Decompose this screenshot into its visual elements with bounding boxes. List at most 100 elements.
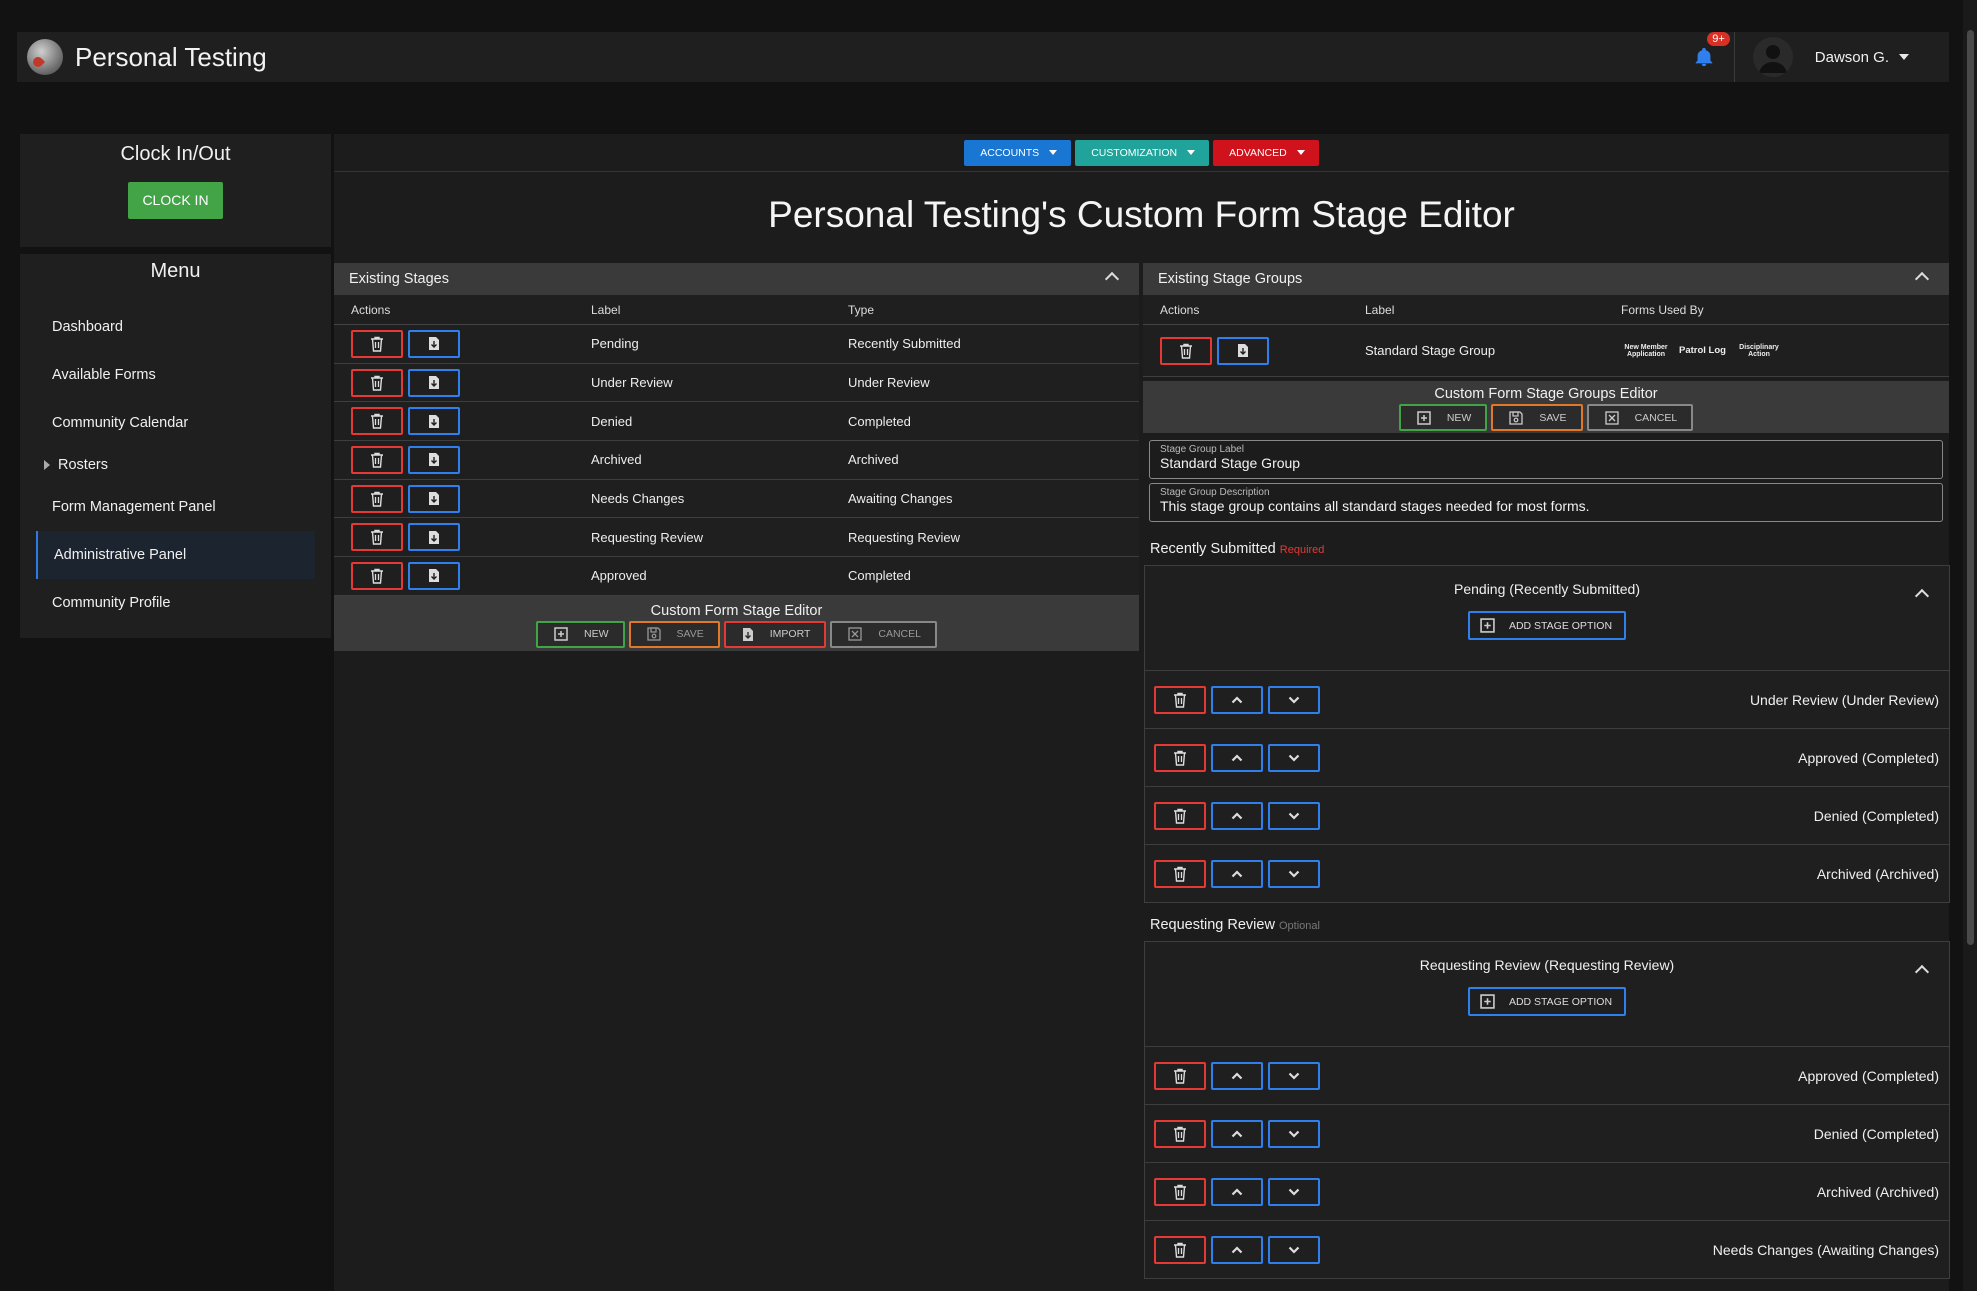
menu-card: Menu Dashboard Available Forms Community… <box>20 254 331 638</box>
save-group-button[interactable]: SAVE <box>1491 404 1583 431</box>
collapse-chevron-icon[interactable] <box>1914 271 1930 287</box>
export-group-button[interactable] <box>1217 336 1269 365</box>
move-up-button[interactable] <box>1211 1119 1263 1148</box>
menu-item-administrative-panel[interactable]: Administrative Panel <box>36 531 315 579</box>
move-down-button[interactable] <box>1268 743 1320 772</box>
trash-icon <box>1174 1126 1186 1142</box>
move-down-button[interactable] <box>1268 1235 1320 1264</box>
move-up-button[interactable] <box>1211 743 1263 772</box>
groups-editor-title: Custom Form Stage Groups Editor <box>1434 386 1658 402</box>
export-stage-button[interactable] <box>408 368 460 397</box>
scrollbar-thumb[interactable] <box>1967 30 1974 945</box>
move-up-button[interactable] <box>1211 801 1263 830</box>
collapse-chevron-icon[interactable] <box>1104 271 1120 287</box>
export-stage-button[interactable] <box>408 407 460 436</box>
delete-option-button[interactable] <box>1154 859 1206 888</box>
app-title[interactable]: Personal Testing <box>75 42 267 73</box>
tab-customization[interactable]: CUSTOMIZATION <box>1075 139 1210 166</box>
stage-option-row: Archived (Archived) <box>1145 1162 1949 1220</box>
move-down-button[interactable] <box>1268 801 1320 830</box>
chevron-up-icon <box>1231 869 1243 877</box>
stage-label: Archived <box>591 452 642 468</box>
menu-item-community-calendar[interactable]: Community Calendar <box>20 399 331 447</box>
delete-option-button[interactable] <box>1154 1061 1206 1090</box>
move-up-button[interactable] <box>1211 859 1263 888</box>
move-up-button[interactable] <box>1211 1061 1263 1090</box>
delete-stage-button[interactable] <box>351 561 403 590</box>
export-stage-button[interactable] <box>408 329 460 358</box>
chevron-down-icon <box>1288 754 1300 762</box>
form-tag[interactable]: Disciplinary Action <box>1734 344 1784 358</box>
export-stage-button[interactable] <box>408 484 460 513</box>
field-value[interactable]: Standard Stage Group <box>1160 455 1932 471</box>
export-stage-button[interactable] <box>408 523 460 552</box>
menu-item-rosters[interactable]: Rosters <box>20 447 331 483</box>
delete-stage-button[interactable] <box>351 484 403 513</box>
clock-in-button[interactable]: CLOCK IN <box>128 182 223 219</box>
delete-stage-button[interactable] <box>351 523 403 552</box>
delete-option-button[interactable] <box>1154 743 1206 772</box>
stage-group-label-field[interactable]: Stage Group Label Standard Stage Group <box>1149 440 1943 479</box>
table-row: Needs Changes Awaiting Changes <box>334 479 1139 519</box>
chevron-down-icon <box>1288 812 1300 820</box>
stage-label: Under Review <box>591 375 673 391</box>
delete-option-button[interactable] <box>1154 801 1206 830</box>
field-value[interactable]: This stage group contains all standard s… <box>1160 498 1932 514</box>
delete-group-button[interactable] <box>1160 336 1212 365</box>
close-square-icon <box>1604 410 1619 425</box>
delete-stage-button[interactable] <box>351 368 403 397</box>
menu-item-available-forms[interactable]: Available Forms <box>20 351 331 399</box>
stage-option-row: Denied (Completed) <box>1145 1104 1949 1162</box>
delete-stage-button[interactable] <box>351 407 403 436</box>
app-logo[interactable] <box>27 39 63 75</box>
move-down-button[interactable] <box>1268 1061 1320 1090</box>
menu-item-community-profile[interactable]: Community Profile <box>20 579 331 627</box>
form-tag[interactable]: New Member Application <box>1621 344 1671 358</box>
delete-option-button[interactable] <box>1154 685 1206 714</box>
tab-advanced[interactable]: ADVANCED <box>1213 139 1319 166</box>
export-stage-button[interactable] <box>408 445 460 474</box>
page-scrollbar[interactable] <box>1963 0 1977 1291</box>
file-import-icon <box>742 627 753 641</box>
menu-item-form-management-panel[interactable]: Form Management Panel <box>20 483 331 531</box>
form-tag[interactable]: Patrol Log <box>1679 345 1726 355</box>
stage-groups-header[interactable]: Existing Stage Groups <box>1143 263 1949 295</box>
delete-stage-button[interactable] <box>351 445 403 474</box>
row-actions <box>334 561 591 590</box>
delete-option-button[interactable] <box>1154 1235 1206 1264</box>
add-stage-option-button[interactable]: ADD STAGE OPTION <box>1467 611 1627 640</box>
new-group-button[interactable]: NEW <box>1398 404 1488 431</box>
move-down-button[interactable] <box>1268 685 1320 714</box>
tab-label: ACCOUNTS <box>980 146 1040 159</box>
delete-stage-button[interactable] <box>351 329 403 358</box>
cancel-group-button[interactable]: CANCEL <box>1586 404 1694 431</box>
stage-group-description-field[interactable]: Stage Group Description This stage group… <box>1149 483 1943 522</box>
move-down-button[interactable] <box>1268 1177 1320 1206</box>
delete-option-button[interactable] <box>1154 1177 1206 1206</box>
chevron-up-icon <box>1231 1187 1243 1195</box>
move-up-button[interactable] <box>1211 1235 1263 1264</box>
move-up-button[interactable] <box>1211 1177 1263 1206</box>
notification-bell[interactable]: 9+ <box>1684 32 1730 82</box>
delete-option-button[interactable] <box>1154 1119 1206 1148</box>
trash-icon <box>1174 808 1186 824</box>
import-stage-button[interactable]: IMPORT <box>723 620 827 648</box>
stage-option-name: Needs Changes (Awaiting Changes) <box>1712 1241 1939 1258</box>
user-menu-caret-icon[interactable] <box>1899 54 1909 60</box>
table-row: Requesting Review Requesting Review <box>334 518 1139 558</box>
existing-stages-header[interactable]: Existing Stages <box>334 263 1139 295</box>
tab-accounts[interactable]: ACCOUNTS <box>964 139 1072 166</box>
move-down-button[interactable] <box>1268 859 1320 888</box>
trash-icon <box>1174 1068 1186 1084</box>
new-stage-button[interactable]: NEW <box>536 620 625 648</box>
menu-item-dashboard[interactable]: Dashboard <box>20 303 331 351</box>
export-stage-button[interactable] <box>408 561 460 590</box>
user-name[interactable]: Dawson G. <box>1815 49 1889 66</box>
avatar[interactable] <box>1752 37 1793 77</box>
move-down-button[interactable] <box>1268 1119 1320 1148</box>
cancel-stage-button[interactable]: CANCEL <box>830 620 937 648</box>
save-stage-button[interactable]: SAVE <box>628 620 720 648</box>
row-actions <box>334 368 591 397</box>
add-stage-option-button[interactable]: ADD STAGE OPTION <box>1467 987 1627 1016</box>
move-up-button[interactable] <box>1211 685 1263 714</box>
